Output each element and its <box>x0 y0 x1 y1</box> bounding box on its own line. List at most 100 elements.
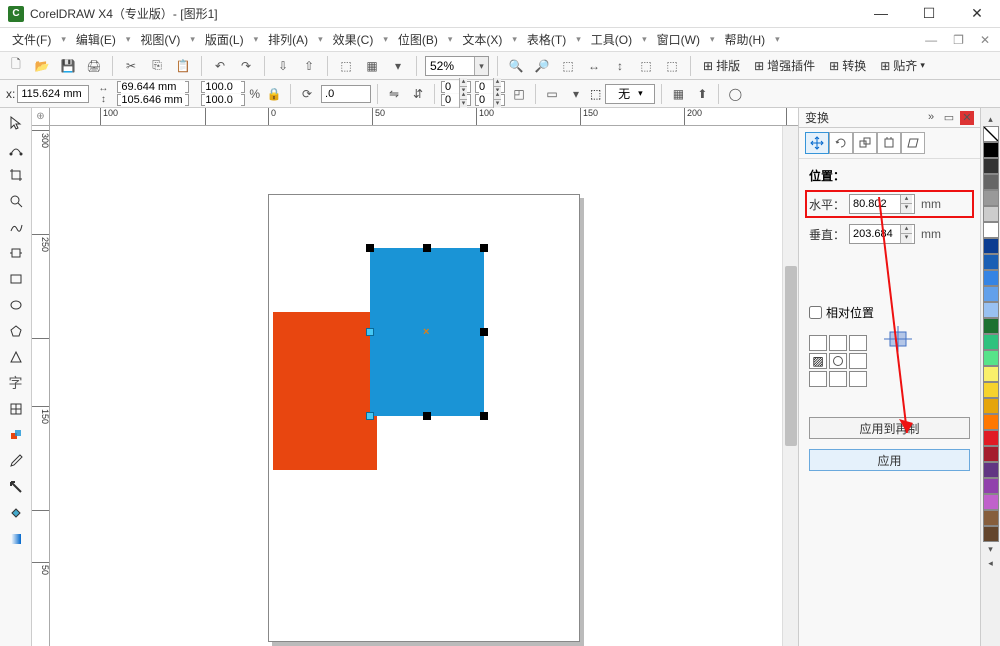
zoom-out-icon[interactable]: 🔎 <box>532 56 552 76</box>
color-swatch[interactable] <box>983 478 999 494</box>
zoom-dropdown-icon[interactable]: ▾ <box>474 57 488 75</box>
color-swatch[interactable] <box>983 142 999 158</box>
menu-arrange[interactable]: 排列(A) <box>262 29 314 50</box>
cut-icon[interactable]: ✂ <box>121 56 141 76</box>
no-fill-select[interactable]: 无▾ <box>605 84 655 104</box>
table-tool-icon[interactable] <box>4 398 28 420</box>
palette-down-icon[interactable]: ▾ <box>988 542 993 556</box>
menu-window[interactable]: 窗口(W) <box>651 29 706 50</box>
color-swatch[interactable] <box>983 510 999 526</box>
mirror-h-icon[interactable]: ⇋ <box>384 84 404 104</box>
paste-icon[interactable]: 📋 <box>173 56 193 76</box>
save-icon[interactable]: 💾 <box>58 56 78 76</box>
import-icon[interactable]: ⇩ <box>273 56 293 76</box>
doc-restore-button[interactable]: ❐ <box>949 33 968 47</box>
rotate-icon[interactable]: ⟳ <box>297 84 317 104</box>
zoom-height-icon[interactable]: ↕ <box>610 56 630 76</box>
zoom-in-icon[interactable]: 🔍 <box>506 56 526 76</box>
palette-up-icon[interactable]: ▴ <box>988 112 993 126</box>
app-launcher-icon[interactable]: ▦ <box>362 56 382 76</box>
layout-button[interactable]: ⊞排版 <box>699 55 744 76</box>
color-swatch[interactable] <box>983 366 999 382</box>
menu-view[interactable]: 视图(V) <box>134 29 186 50</box>
copy-icon[interactable]: ⎘ <box>147 56 167 76</box>
anchor-tl[interactable] <box>809 335 827 351</box>
color-swatch[interactable] <box>983 238 999 254</box>
canvas[interactable]: × <box>50 126 798 646</box>
menu-effect[interactable]: 效果(C) <box>327 29 380 50</box>
ruler-horizontal[interactable]: 100050100150200 <box>50 108 798 126</box>
corner-radius-icon[interactable]: ◰ <box>509 84 529 104</box>
zoom-selection-icon[interactable]: ⬚ <box>636 56 656 76</box>
anchor-ml[interactable]: ▨ <box>809 353 827 369</box>
color-swatch[interactable] <box>983 254 999 270</box>
docker-close-icon[interactable]: ✕ <box>960 111 974 125</box>
scale-y-input[interactable] <box>201 94 245 106</box>
apply-to-duplicate-button[interactable]: 应用到再制 <box>809 417 970 439</box>
lock-ratio-icon[interactable]: 🔒 <box>264 84 284 104</box>
polygon-tool-icon[interactable] <box>4 320 28 342</box>
color-swatch[interactable] <box>983 222 999 238</box>
outline-tool-icon[interactable] <box>4 476 28 498</box>
selection-handle[interactable] <box>366 412 374 420</box>
color-swatch[interactable] <box>983 446 999 462</box>
dropdown-icon[interactable]: ▾ <box>388 56 408 76</box>
interactive-fill-icon[interactable] <box>4 528 28 550</box>
docker-minimize-icon[interactable]: ▭ <box>942 111 956 125</box>
zoom-width-icon[interactable]: ↔ <box>584 56 604 76</box>
color-swatch[interactable] <box>983 174 999 190</box>
color-swatch[interactable] <box>983 126 999 142</box>
crop-tool-icon[interactable] <box>4 164 28 186</box>
menu-bitmap[interactable]: 位图(B) <box>392 29 444 50</box>
close-button[interactable]: ✕ <box>962 5 992 22</box>
doc-close-button[interactable]: ✕ <box>976 33 994 47</box>
apply-button[interactable]: 应用 <box>809 449 970 471</box>
anchor-mr[interactable] <box>849 353 867 369</box>
fill-tool-icon[interactable] <box>4 502 28 524</box>
selection-handle[interactable] <box>366 328 374 336</box>
tab-size[interactable] <box>877 132 901 154</box>
zoom-tool-icon[interactable] <box>4 190 28 212</box>
anchor-br[interactable] <box>849 371 867 387</box>
basic-shapes-icon[interactable] <box>4 346 28 368</box>
selection-handle[interactable] <box>366 244 374 252</box>
tab-rotate[interactable] <box>829 132 853 154</box>
anchor-bc[interactable] <box>829 371 847 387</box>
pick-tool-icon[interactable] <box>4 112 28 134</box>
selection-handle[interactable] <box>480 244 488 252</box>
menu-edit[interactable]: 编辑(E) <box>70 29 122 50</box>
ellipse-tool-icon[interactable] <box>4 294 28 316</box>
color-swatch[interactable] <box>983 430 999 446</box>
scale-x-input[interactable] <box>201 81 245 93</box>
new-doc-icon[interactable]: 🗋 <box>6 56 26 76</box>
shape-tool-icon[interactable] <box>4 138 28 160</box>
orange-rectangle[interactable] <box>273 312 377 470</box>
text-tool-icon[interactable]: 字 <box>4 372 28 394</box>
ruler-vertical[interactable]: 30025015050 <box>32 126 50 646</box>
selection-handle[interactable] <box>423 244 431 252</box>
anchor-tc[interactable] <box>829 335 847 351</box>
rectangle-tool-icon[interactable] <box>4 268 28 290</box>
spinner-b[interactable]: ▴▾ <box>441 94 471 106</box>
minimize-button[interactable]: — <box>866 5 896 22</box>
color-swatch[interactable] <box>983 350 999 366</box>
menu-tool[interactable]: 工具(O) <box>585 29 638 50</box>
menu-layout[interactable]: 版面(L) <box>199 29 250 50</box>
undo-icon[interactable]: ↶ <box>210 56 230 76</box>
color-swatch[interactable] <box>983 398 999 414</box>
menu-text[interactable]: 文本(X) <box>456 29 508 50</box>
color-swatch[interactable] <box>983 526 999 542</box>
anchor-tr[interactable] <box>849 335 867 351</box>
tab-skew[interactable] <box>901 132 925 154</box>
print-icon[interactable]: 🖨 <box>84 56 104 76</box>
to-front-icon[interactable]: ⬆ <box>692 84 712 104</box>
color-swatch[interactable] <box>983 462 999 478</box>
scrollbar-thumb[interactable] <box>785 266 797 446</box>
scrollbar-vertical[interactable] <box>782 126 798 646</box>
selection-handle[interactable] <box>423 412 431 420</box>
color-swatch[interactable] <box>983 286 999 302</box>
menu-file[interactable]: 文件(F) <box>6 29 57 50</box>
color-swatch[interactable] <box>983 382 999 398</box>
palette-expand-icon[interactable]: ◂ <box>988 556 993 570</box>
welcome-icon[interactable]: ⬚ <box>336 56 356 76</box>
